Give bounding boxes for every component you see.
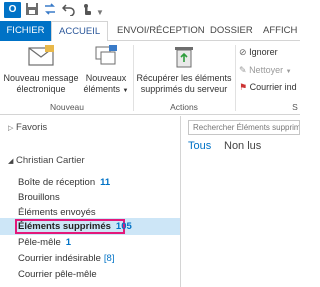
new-items-icon (81, 45, 131, 73)
folder-deleted-items[interactable]: Éléments supprimés 105 (18, 220, 132, 234)
group-label-delete: S (292, 102, 298, 112)
new-email-icon (2, 45, 80, 73)
unread-count: 11 (100, 177, 111, 188)
ignore-icon: ⊘ (239, 47, 247, 57)
group-label-actions: Actions (170, 102, 198, 112)
new-items-label-2: éléments (83, 84, 121, 94)
customize-qat-icon[interactable]: ▼ (96, 8, 104, 17)
chevron-down-icon: ▼ (122, 88, 129, 94)
recover-label: Récupérer les éléments (136, 73, 232, 83)
tab-folder[interactable]: DOSSIER (203, 21, 260, 41)
save-icon[interactable] (24, 2, 40, 18)
junk-button[interactable]: ⚑ Courrier ind (239, 81, 297, 94)
outlook-app-icon[interactable]: O (4, 2, 21, 18)
folder-drafts[interactable]: Brouillons (18, 191, 60, 205)
folder-name: Éléments envoyés (18, 207, 96, 218)
chevron-down-icon: ◢ (8, 158, 14, 165)
cleanup-button[interactable]: ✎ Nettoyer ▼ (239, 64, 292, 77)
group-label-new: Nouveau (49, 102, 85, 112)
ignore-button[interactable]: ⊘ Ignorer (239, 46, 278, 59)
folder-name: Éléments supprimés (18, 221, 111, 232)
touch-mode-icon[interactable] (79, 2, 95, 18)
favorites-header[interactable]: ▷ Favoris (8, 122, 47, 133)
junk-label: Courrier ind (249, 82, 297, 92)
new-email-button[interactable]: Nouveau message électronique (2, 45, 80, 95)
folder-clutter[interactable]: Pêle-mêle 1 (18, 236, 71, 250)
new-items-button[interactable]: Nouveaux éléments ▼ (81, 45, 131, 97)
tab-view[interactable]: AFFICH (256, 21, 304, 41)
folder-junk-clutter[interactable]: Courrier pêle-mêle (18, 268, 97, 282)
send-receive-icon[interactable] (42, 2, 58, 18)
new-email-label: Nouveau message (3, 73, 79, 83)
folder-name: Brouillons (18, 192, 60, 203)
folder-inbox[interactable]: Boîte de réception 11 (18, 176, 110, 190)
new-items-label: Nouveaux (85, 73, 127, 83)
account-header[interactable]: ◢ Christian Cartier (8, 155, 85, 166)
navigation-pane: ▷ Favoris ◢ Christian Cartier Boîte de r… (0, 116, 181, 287)
cleanup-icon: ✎ (239, 65, 247, 75)
tab-file[interactable]: FICHIER (0, 21, 51, 41)
ignore-label: Ignorer (249, 47, 278, 57)
unread-count: 105 (115, 221, 132, 232)
account-label: Christian Cartier (16, 155, 85, 166)
new-email-label-2: électronique (16, 84, 66, 94)
undo-icon[interactable] (61, 2, 77, 18)
cleanup-label: Nettoyer (249, 65, 284, 75)
folder-sent[interactable]: Éléments envoyés (18, 206, 96, 220)
filter-unread-tab[interactable]: Non lus (224, 140, 261, 152)
chevron-down-icon: ▼ (285, 69, 292, 75)
folder-junk[interactable]: Courrier indésirable [8] (18, 252, 114, 266)
favorites-label: Favoris (16, 122, 48, 133)
ribbon-group-separator-2 (235, 45, 236, 111)
ribbon: Nouveau message électronique Nouveaux él… (0, 41, 300, 115)
folder-name: Boîte de réception (18, 177, 96, 188)
chevron-right-icon: ▷ (8, 125, 14, 132)
junk-icon: ⚑ (239, 82, 248, 92)
filter-all-tab[interactable]: Tous (188, 140, 211, 152)
title-bar: O ▼ (0, 0, 300, 21)
folder-name: Courrier pêle-mêle (18, 269, 97, 280)
tab-home[interactable]: ACCUEIL (51, 21, 109, 42)
recycle-bin-icon (134, 45, 234, 73)
tab-send-receive[interactable]: ENVOI/RÉCEPTION (110, 21, 212, 41)
ribbon-tabs: FICHIER ACCUEIL ENVOI/RÉCEPTION DOSSIER … (0, 21, 300, 42)
message-list-pane: Rechercher Éléments supprimés Tous Non l… (182, 116, 300, 287)
item-count: [8] (103, 253, 115, 264)
recover-label-2: supprimés du serveur (140, 84, 228, 94)
unread-count: 1 (65, 237, 72, 248)
folder-name: Pêle-mêle (18, 237, 61, 248)
search-input[interactable]: Rechercher Éléments supprimés (188, 120, 300, 135)
folder-name: Courrier indésirable (18, 253, 101, 264)
recover-deleted-items-button[interactable]: Récupérer les éléments supprimés du serv… (134, 45, 234, 95)
